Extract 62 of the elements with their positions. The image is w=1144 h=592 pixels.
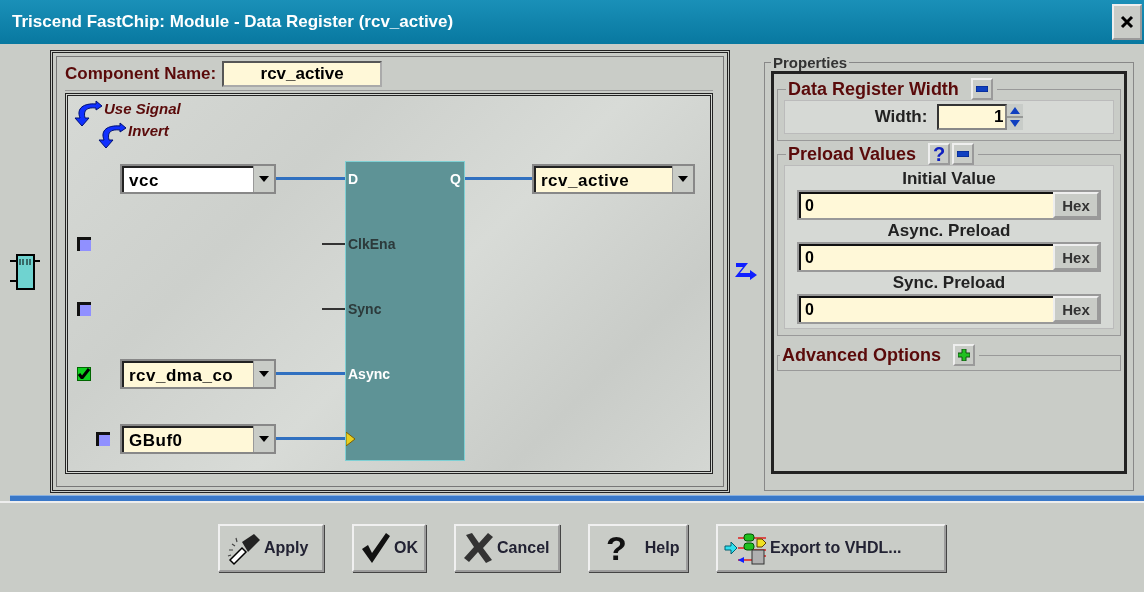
export-button[interactable]: Export to VHDL...: [716, 523, 946, 572]
checkmark-icon: [360, 530, 392, 565]
format-button[interactable]: Hex: [1053, 296, 1099, 322]
pin-label: Sync: [348, 300, 382, 317]
pin-label: Q: [450, 170, 461, 187]
minus-icon: [975, 86, 988, 92]
wire: [465, 177, 532, 180]
apply-button[interactable]: Apply: [218, 523, 324, 572]
component-name-label: Component Name:: [65, 63, 217, 84]
wire: [276, 437, 345, 440]
cross-icon: [462, 530, 495, 565]
format-button[interactable]: Hex: [1053, 192, 1099, 218]
field-label: Async. Preload: [886, 220, 1012, 242]
collapse-button[interactable]: [970, 78, 993, 100]
section-title: Preload Values: [788, 143, 917, 165]
close-button[interactable]: [1112, 4, 1142, 40]
checkbox[interactable]: [77, 366, 91, 381]
section-title: Advanced Options: [782, 344, 942, 366]
value-field[interactable]: 0: [799, 244, 1053, 270]
value-field[interactable]: 0: [799, 192, 1053, 218]
section-title: Data Register Width: [788, 78, 959, 100]
minus-icon: [957, 151, 970, 157]
dropdown-arrow-icon: [259, 370, 269, 377]
signal-dropdown[interactable]: vcc: [120, 163, 276, 194]
help-button[interactable]: ?: [928, 143, 951, 165]
signal-dropdown[interactable]: rcv_active: [532, 163, 695, 194]
pin-label: D: [348, 170, 359, 187]
wire: [276, 372, 345, 375]
signal-dropdown[interactable]: rcv_dma_co: [120, 358, 276, 389]
pin-label: Async: [348, 365, 391, 382]
value-field[interactable]: 0: [799, 296, 1053, 322]
dropdown-arrow-icon: [259, 175, 269, 182]
curved-arrow-icon: [74, 100, 104, 128]
format-button[interactable]: Hex: [1053, 244, 1099, 270]
spinner-arrows-icon[interactable]: [1007, 104, 1024, 130]
field-label: Initial Value: [901, 168, 997, 190]
dropdown-arrow-icon: [259, 435, 269, 442]
legend-label: Use Signal: [104, 100, 181, 117]
window-title: Triscend FastChip: Module - Data Register (rcv_active): [12, 12, 454, 32]
pin-stub: [322, 307, 345, 310]
pin-stub: [322, 242, 345, 245]
close-icon: [1120, 15, 1134, 29]
plus-icon: [958, 349, 971, 361]
component-name-field[interactable]: rcv_active: [222, 60, 383, 87]
legend-label: Invert: [128, 122, 169, 139]
properties-title: Properties: [772, 54, 849, 71]
width-label: Width:: [874, 107, 928, 127]
collapse-button[interactable]: [952, 143, 975, 165]
wire: [276, 177, 345, 180]
clock-triangle-icon: [346, 431, 355, 446]
question-mark-icon: ?: [606, 530, 627, 565]
check-icon: [78, 368, 90, 379]
checkbox[interactable]: [96, 431, 110, 446]
field-label: Sync. Preload: [891, 272, 1007, 294]
cancel-button[interactable]: Cancel: [454, 523, 560, 572]
expand-button[interactable]: [953, 344, 976, 366]
dropdown-arrow-icon: [678, 175, 688, 182]
curved-arrow-icon: [98, 122, 128, 150]
help-button[interactable]: ? Help: [588, 523, 688, 572]
signal-dropdown[interactable]: GBuf0: [120, 423, 276, 454]
ok-button[interactable]: OK: [352, 523, 426, 572]
pin-label: ClkEna: [348, 235, 396, 252]
